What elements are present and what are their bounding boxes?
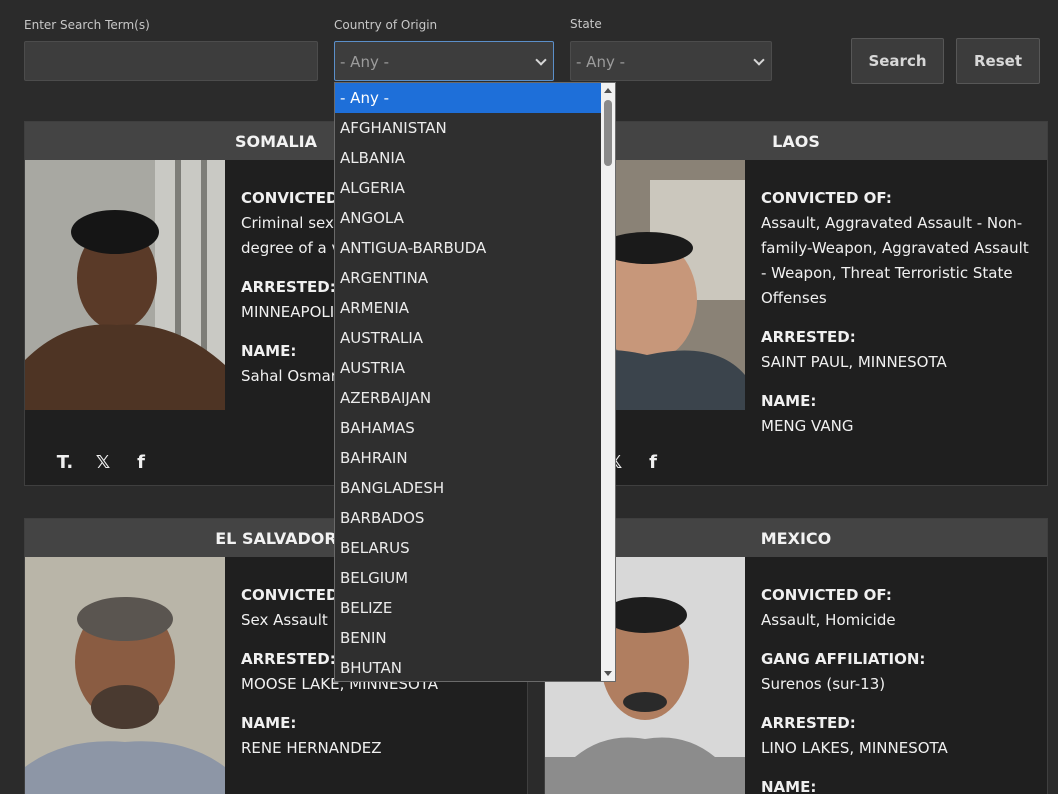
dropdown-option[interactable]: ANGOLA: [335, 203, 603, 233]
chevron-down-icon: [753, 54, 765, 66]
arrested-value: LINO LAKES, MINNESOTA: [761, 739, 948, 757]
gang-value: Surenos (sur-13): [761, 675, 886, 693]
gang-label: GANG AFFILIATION:: [761, 650, 926, 668]
dropdown-option[interactable]: ARMENIA: [335, 293, 603, 323]
dropdown-option[interactable]: BELARUS: [335, 533, 603, 563]
scroll-up-icon[interactable]: [604, 88, 612, 93]
dropdown-option[interactable]: AZERBAIJAN: [335, 383, 603, 413]
arrested-label: ARRESTED:: [761, 328, 856, 346]
dropdown-scrollbar[interactable]: [601, 83, 615, 681]
search-input[interactable]: [24, 41, 318, 81]
mugshot-image: [25, 160, 225, 410]
scroll-down-icon[interactable]: [604, 671, 612, 676]
dropdown-option[interactable]: BELGIUM: [335, 563, 603, 593]
card-details: CONVICTED OF: Assault, Homicide GANG AFF…: [761, 583, 1031, 794]
arrested-value: SAINT PAUL, MINNESOTA: [761, 353, 947, 371]
facebook-icon[interactable]: f: [129, 452, 153, 473]
name-label: NAME:: [241, 714, 297, 732]
convicted-value: Assault, Aggravated Assault - Non-family…: [761, 214, 1029, 307]
state-select[interactable]: - Any -: [570, 41, 772, 81]
chevron-down-icon: [535, 54, 547, 66]
truth-social-icon[interactable]: T.: [53, 452, 77, 473]
dropdown-option[interactable]: AUSTRIA: [335, 353, 603, 383]
dropdown-option[interactable]: BAHRAIN: [335, 443, 603, 473]
arrested-label: ARRESTED:: [761, 714, 856, 732]
country-select[interactable]: - Any -: [334, 41, 554, 81]
dropdown-option[interactable]: ALGERIA: [335, 173, 603, 203]
profile-card: MEXICO CONVICTED OF: Assault, Homicide G…: [544, 518, 1048, 794]
convicted-value: Assault, Homicide: [761, 611, 896, 629]
mugshot-image: [25, 557, 225, 794]
dropdown-option[interactable]: ALBANIA: [335, 143, 603, 173]
country-dropdown-list[interactable]: - Any - AFGHANISTAN ALBANIA ALGERIA ANGOLA AN…: [334, 82, 616, 682]
convicted-label: CONVICTED OF:: [761, 586, 892, 604]
profile-card: LAOS CONVICTED OF: Assault, Aggravated A…: [544, 121, 1048, 486]
reset-button[interactable]: Reset: [956, 38, 1040, 84]
search-button[interactable]: Search: [851, 38, 944, 84]
dropdown-option[interactable]: ARGENTINA: [335, 263, 603, 293]
state-label: State: [570, 17, 602, 31]
scrollbar-thumb[interactable]: [604, 100, 612, 166]
dropdown-option[interactable]: BHUTAN: [335, 653, 603, 681]
card-country: MEXICO: [545, 519, 1047, 557]
dropdown-option[interactable]: BANGLADESH: [335, 473, 603, 503]
name-value: MENG VANG: [761, 417, 854, 435]
dropdown-option[interactable]: AUSTRALIA: [335, 323, 603, 353]
dropdown-option[interactable]: - Any -: [335, 83, 603, 113]
dropdown-option[interactable]: ANTIGUA-BARBUDA: [335, 233, 603, 263]
name-label: NAME:: [761, 392, 817, 410]
facebook-icon[interactable]: f: [641, 452, 665, 473]
card-details: CONVICTED OF: Assault, Aggravated Assaul…: [761, 186, 1031, 453]
dropdown-option[interactable]: BAHAMAS: [335, 413, 603, 443]
country-label: Country of Origin: [334, 18, 438, 32]
country-select-value: - Any -: [340, 53, 390, 71]
dropdown-option[interactable]: BELIZE: [335, 593, 603, 623]
share-bar: T. 𝕏 f: [53, 452, 153, 473]
dropdown-option[interactable]: BARBADOS: [335, 503, 603, 533]
x-icon[interactable]: 𝕏: [91, 452, 115, 473]
search-label: Enter Search Term(s): [24, 18, 150, 32]
dropdown-option[interactable]: BENIN: [335, 623, 603, 653]
name-label: NAME:: [761, 778, 817, 794]
name-value: RENE HERNANDEZ: [241, 739, 382, 757]
dropdown-option[interactable]: AFGHANISTAN: [335, 113, 603, 143]
state-select-value: - Any -: [576, 53, 626, 71]
convicted-label: CONVICTED OF:: [761, 189, 892, 207]
card-country: LAOS: [545, 122, 1047, 160]
